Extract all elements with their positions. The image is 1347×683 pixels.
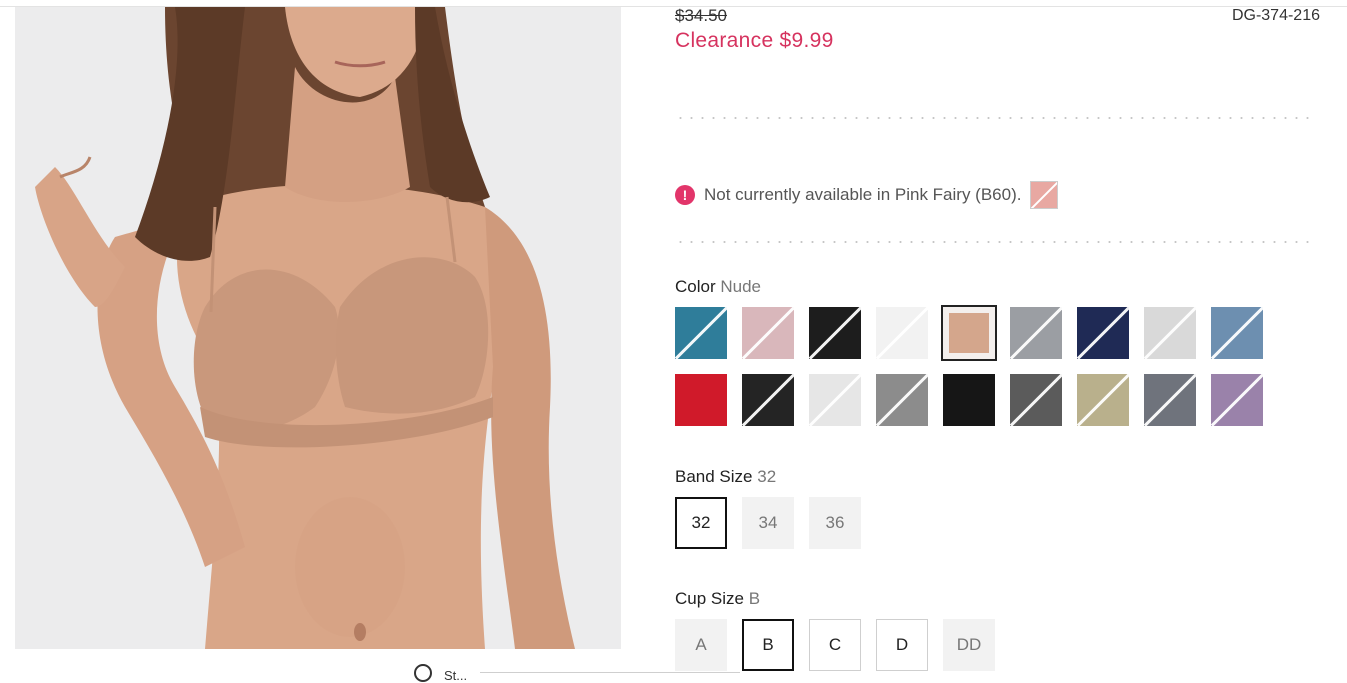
color-swatch-charcoal-marble[interactable]: [1010, 374, 1062, 426]
swatch-fill: [949, 313, 989, 353]
color-swatch-black-solid[interactable]: [943, 374, 995, 426]
unavailable-slash: [876, 374, 928, 426]
color-swatch-sand-marble[interactable]: [1077, 374, 1129, 426]
band-size-option-34[interactable]: 34: [742, 497, 794, 549]
color-swatch-white-satin[interactable]: [809, 374, 861, 426]
color-swatch-gray-metallic[interactable]: [1010, 307, 1062, 359]
original-price: $34.50: [675, 6, 727, 25]
unavailable-slash: [1144, 374, 1196, 426]
dotted-divider-bottom: [675, 241, 1315, 243]
color-swatch-dusty-blue[interactable]: [1211, 307, 1263, 359]
unavailable-slash: [809, 307, 861, 359]
band-size-label: Band Size: [675, 467, 753, 486]
color-selected-value: Nude: [720, 277, 761, 296]
color-label-row: Color Nude: [675, 277, 761, 297]
alert-icon: !: [675, 185, 695, 205]
color-swatch-navy-dot[interactable]: [1077, 307, 1129, 359]
cup-size-option-a[interactable]: A: [675, 619, 727, 671]
product-photo[interactable]: [15, 7, 621, 649]
cup-size-option-dd[interactable]: DD: [943, 619, 995, 671]
zoom-icon[interactable]: [414, 664, 432, 682]
cup-size-option-b[interactable]: B: [742, 619, 794, 671]
cup-size-option-d[interactable]: D: [876, 619, 928, 671]
color-swatch-blush[interactable]: [742, 307, 794, 359]
color-swatch-black-satin[interactable]: [742, 374, 794, 426]
clearance-price: Clearance $9.99: [675, 29, 834, 52]
unavailable-slash: [876, 307, 928, 359]
dotted-divider-top: [675, 117, 1315, 119]
color-swatch-red-dot[interactable]: [675, 374, 727, 426]
below-photo-divider: [480, 672, 740, 673]
product-sku: DG-374-216: [1231, 7, 1320, 24]
unavailable-slash: [1211, 374, 1263, 426]
unavailable-slash: [1211, 307, 1263, 359]
unavailable-slash: [742, 374, 794, 426]
below-photo-text: St...: [444, 668, 468, 683]
unavailable-slash: [809, 374, 861, 426]
color-swatch-light-gray[interactable]: [1144, 307, 1196, 359]
product-photo-illustration: [15, 7, 621, 649]
unavailable-slash: [742, 307, 794, 359]
cup-size-label-row: Cup Size B: [675, 589, 760, 609]
color-swatch-lavender-marble[interactable]: [1211, 374, 1263, 426]
unavailable-slash: [1077, 307, 1129, 359]
color-swatch-white-black-dot[interactable]: [876, 307, 928, 359]
color-swatch-nude[interactable]: [941, 305, 997, 361]
color-label: Color: [675, 277, 716, 296]
unavailable-slash: [1010, 374, 1062, 426]
unavailable-slash: [1010, 307, 1062, 359]
band-size-selected-value: 32: [757, 467, 777, 486]
availability-notice-text: Not currently available in Pink Fairy (B…: [704, 185, 1022, 204]
unavailable-slash: [1077, 374, 1129, 426]
availability-notice: ! Not currently available in Pink Fairy …: [675, 180, 1059, 210]
band-size-option-32[interactable]: 32: [675, 497, 727, 549]
cup-size-option-c[interactable]: C: [809, 619, 861, 671]
cup-size-label: Cup Size: [675, 589, 744, 608]
unavailable-slash: [675, 307, 727, 359]
band-size-label-row: Band Size 32: [675, 467, 776, 487]
color-swatch-black[interactable]: [809, 307, 861, 359]
band-size-option-36[interactable]: 36: [809, 497, 861, 549]
unavailable-slash: [1144, 307, 1196, 359]
notice-color-swatch: [1030, 181, 1059, 209]
color-swatch-slate-marble[interactable]: [1144, 374, 1196, 426]
color-swatch-teal[interactable]: [675, 307, 727, 359]
cup-size-selected-value: B: [748, 589, 761, 608]
color-swatch-geo-print[interactable]: [876, 374, 928, 426]
